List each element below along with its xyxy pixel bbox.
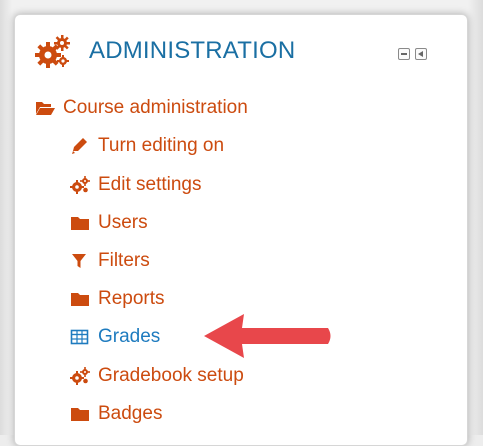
folder-icon xyxy=(70,290,90,308)
tree-item-course-administration[interactable]: Course administration xyxy=(35,95,248,121)
filter-icon xyxy=(70,252,90,270)
gears-icon xyxy=(70,176,90,194)
tree-item-label: Course administration xyxy=(63,97,248,118)
tree-item-label: Users xyxy=(98,212,148,233)
pointer-arrow-annotation xyxy=(204,314,331,358)
block-header: ADMINISTRATION xyxy=(15,15,467,79)
tree-item-edit-settings[interactable]: Edit settings xyxy=(70,172,202,198)
folder-icon xyxy=(70,405,90,423)
pencil-icon xyxy=(70,137,90,155)
tree-item-reports[interactable]: Reports xyxy=(70,286,165,312)
folder-open-icon xyxy=(35,99,55,117)
tree-item-label: Grades xyxy=(98,326,161,347)
tree-item-turn-editing-on[interactable]: Turn editing on xyxy=(70,133,224,159)
tree-item-label: Reports xyxy=(98,288,165,309)
tree-item-grades[interactable]: Grades xyxy=(70,324,160,350)
table-icon xyxy=(70,328,90,346)
administration-block: ADMINISTRATION Course administration Tur… xyxy=(14,14,468,446)
tree-item-label: Filters xyxy=(98,250,150,271)
tree-item-label: Badges xyxy=(98,403,163,424)
dock-block-icon[interactable] xyxy=(415,48,427,60)
gears-icon xyxy=(35,35,70,68)
tree-item-label: Edit settings xyxy=(98,174,202,195)
tree-item-badges[interactable]: Badges xyxy=(70,401,162,427)
tree-item-filters[interactable]: Filters xyxy=(70,248,150,274)
tree-item-gradebook-setup[interactable]: Gradebook setup xyxy=(70,363,244,389)
folder-icon xyxy=(70,214,90,232)
block-title: ADMINISTRATION xyxy=(89,37,296,64)
gears-icon xyxy=(70,367,90,385)
tree-item-label: Gradebook setup xyxy=(98,365,244,386)
minimize-block-icon[interactable] xyxy=(398,48,410,60)
tree-item-users[interactable]: Users xyxy=(70,210,148,236)
tree-item-label: Turn editing on xyxy=(98,135,225,156)
